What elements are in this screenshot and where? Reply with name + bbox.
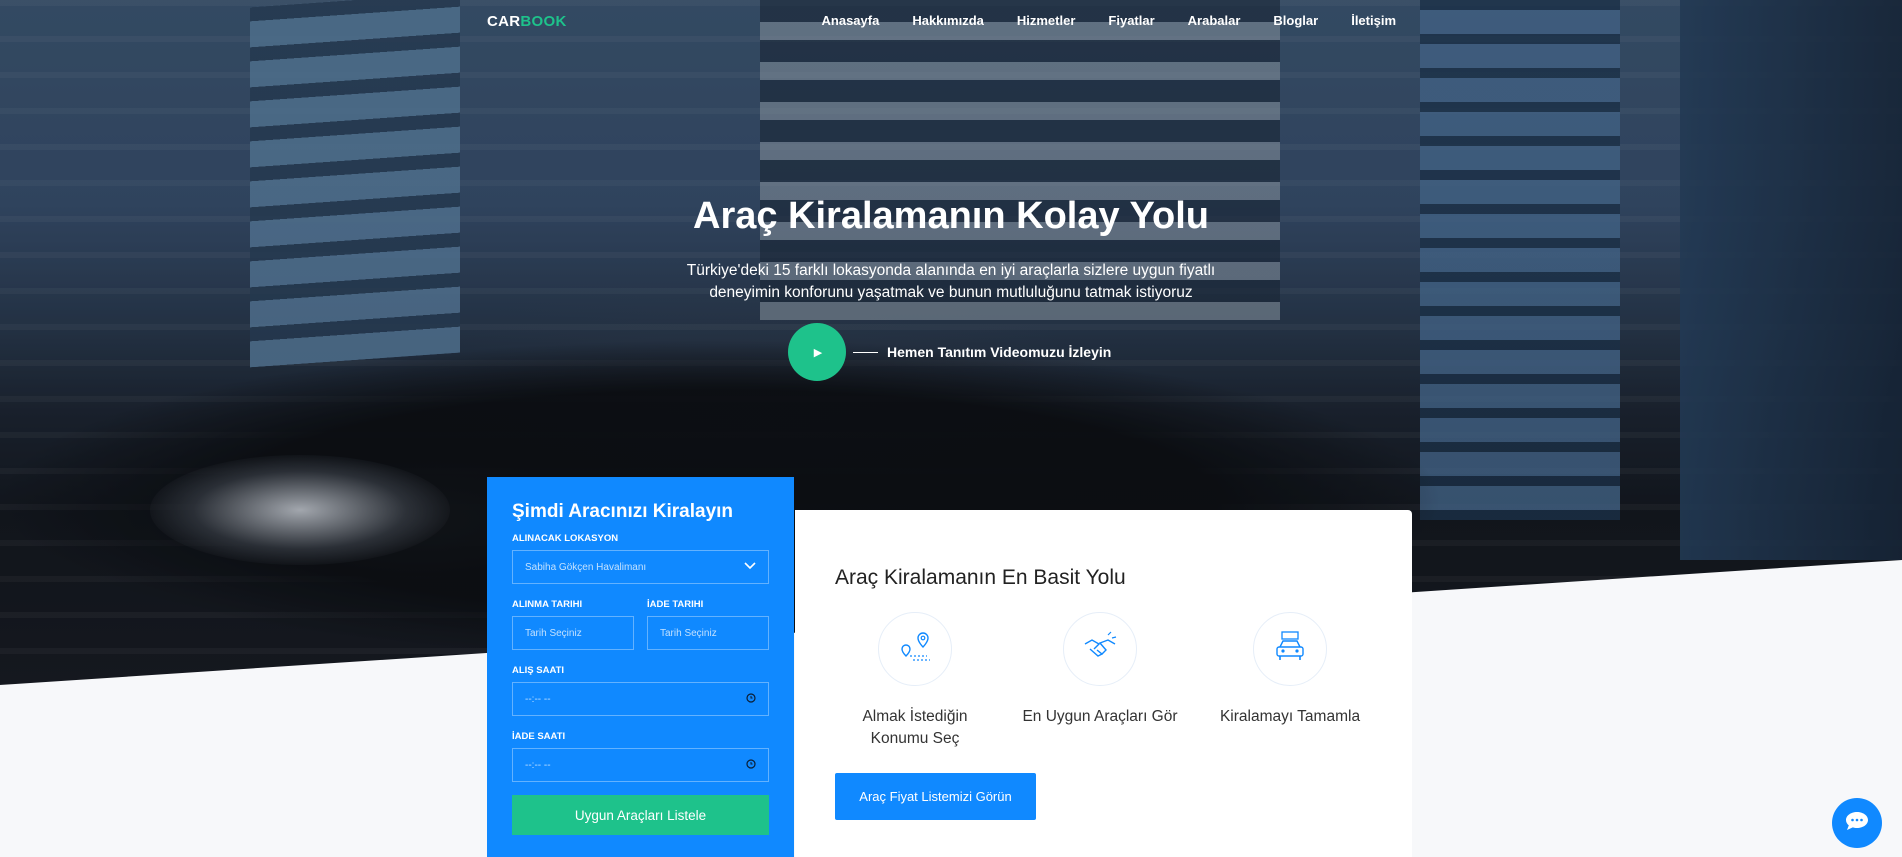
pickup-date-placeholder: Tarih Seçiniz xyxy=(525,627,582,639)
step-label: Kiralamayı Tamamla xyxy=(1219,708,1361,725)
brand-logo-part2: BOOK xyxy=(520,13,567,30)
steps-title: Araç Kiralamanın En Basit Yolu xyxy=(835,566,1126,589)
rent-car-icon xyxy=(1272,629,1308,670)
steps-card: Araç Kiralamanın En Basit Yolu Almak İst… xyxy=(795,510,1412,857)
return-time-value: --:-- -- xyxy=(525,759,551,771)
return-date-placeholder: Tarih Seçiniz xyxy=(660,627,717,639)
pickup-time-value: --:-- -- xyxy=(525,693,551,705)
video-link-label[interactable]: Hemen Tanıtım Videomuzu İzleyin xyxy=(887,344,1111,360)
return-time-label: İADE SAATI xyxy=(512,731,566,742)
step-icon-circle xyxy=(878,612,952,686)
return-time-input[interactable]: --:-- -- xyxy=(512,748,769,782)
top-navbar: CARBOOK Anasayfa Hakkımızda Hizmetler Fi… xyxy=(0,0,1902,44)
step-item: En Uygun Araçları Gör xyxy=(1020,612,1180,728)
step-label: Almak İstediğin Konumu Seç xyxy=(862,708,968,747)
pickup-time-label: ALIŞ SAATI xyxy=(512,665,565,676)
booking-title: Şimdi Aracınızı Kiralayın xyxy=(512,501,734,522)
step-icon-circle xyxy=(1253,612,1327,686)
nav-item-iletisim[interactable]: İletişim xyxy=(1351,13,1396,28)
pickup-time-input[interactable]: --:-- -- xyxy=(512,682,769,716)
nav-item-fiyatlar[interactable]: Fiyatlar xyxy=(1108,13,1154,28)
nav-item-hakkimizda[interactable]: Hakkımızda xyxy=(912,13,984,28)
step-item: Kiralamayı Tamamla xyxy=(1210,612,1370,728)
return-date-input[interactable]: Tarih Seçiniz xyxy=(647,616,769,650)
location-select[interactable]: Sabiha Gökçen Havalimanı xyxy=(512,550,769,584)
chat-widget-button[interactable] xyxy=(1832,798,1882,848)
handshake-icon xyxy=(1082,629,1118,670)
pickup-date-input[interactable]: Tarih Seçiniz xyxy=(512,616,634,650)
return-date-label: İADE TARIHI xyxy=(647,599,704,610)
list-cars-button[interactable]: Uygun Araçları Listele xyxy=(512,795,769,835)
brand-logo-part1: CAR xyxy=(487,13,521,30)
clock-icon xyxy=(746,692,756,706)
price-list-button[interactable]: Araç Fiyat Listemizi Görün xyxy=(835,773,1036,820)
step-item: Almak İstediğin Konumu Seç xyxy=(835,612,995,750)
pickup-date-label: ALINMA TARIHI xyxy=(512,599,583,610)
step-icon-circle xyxy=(1063,612,1137,686)
nav-item-arabalar[interactable]: Arabalar xyxy=(1188,13,1241,28)
location-label: ALINACAK LOKASYON xyxy=(512,533,619,544)
booking-form: Şimdi Aracınızı Kiralayın ALINACAK LOKAS… xyxy=(487,477,794,857)
nav-item-hizmetler[interactable]: Hizmetler xyxy=(1017,13,1076,28)
location-select-value: Sabiha Gökçen Havalimanı xyxy=(525,561,647,573)
hero-subtitle: Türkiye'deki 15 farklı lokasyonda alanın… xyxy=(686,262,1216,301)
play-video-button[interactable]: ▶ xyxy=(788,323,846,381)
divider-line xyxy=(853,352,878,353)
chat-bubble-icon xyxy=(1844,810,1870,837)
step-label: En Uygun Araçları Gör xyxy=(1022,708,1178,725)
nav-menu: Anasayfa Hakkımızda Hizmetler Fiyatlar A… xyxy=(822,13,1396,28)
hero-title: Araç Kiralamanın Kolay Yolu xyxy=(693,195,1209,237)
nav-item-anasayfa[interactable]: Anasayfa xyxy=(822,13,880,28)
nav-item-bloglar[interactable]: Bloglar xyxy=(1273,13,1318,28)
play-icon: ▶ xyxy=(813,346,823,359)
brand-logo[interactable]: CARBOOK xyxy=(487,13,567,30)
location-route-icon xyxy=(897,629,933,670)
clock-icon xyxy=(746,758,756,772)
chevron-down-icon xyxy=(744,561,756,573)
